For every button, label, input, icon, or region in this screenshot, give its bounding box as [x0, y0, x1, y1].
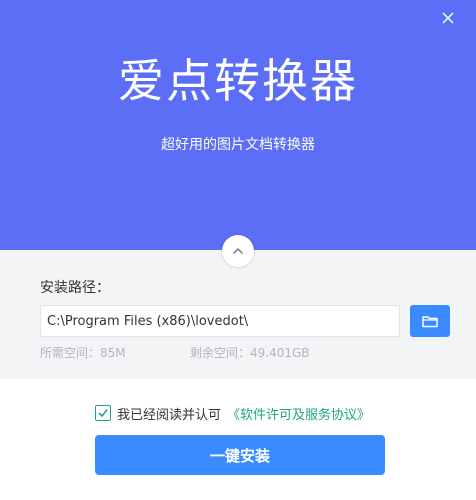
install-path-label: 安装路径：	[40, 280, 110, 296]
agreement-text: 我已经阅读并认可	[117, 407, 222, 423]
collapse-toggle[interactable]	[222, 235, 254, 267]
install-button[interactable]: 一键安装	[95, 435, 385, 475]
space-required: 所需空间：85M	[40, 346, 126, 360]
chevron-up-icon	[233, 248, 243, 254]
install-path-input[interactable]	[40, 305, 400, 337]
app-title: 爱点转换器	[118, 54, 358, 108]
space-available: 剩余空间：49.401GB	[190, 346, 310, 360]
browse-folder-button[interactable]	[410, 305, 450, 337]
check-icon	[98, 409, 108, 417]
agreement-checkbox[interactable]	[95, 405, 111, 421]
license-agreement-link[interactable]: 《软件许可及服务协议》	[227, 404, 370, 423]
close-button[interactable]	[440, 10, 456, 26]
agreement-row: 我已经阅读并认可 《软件许可及服务协议》	[95, 404, 370, 423]
app-subtitle: 超好用的图片文档转换器	[161, 137, 315, 153]
folder-icon	[422, 316, 438, 328]
header: 爱点转换器 超好用的图片文档转换器	[0, 0, 476, 250]
close-icon	[442, 12, 454, 24]
